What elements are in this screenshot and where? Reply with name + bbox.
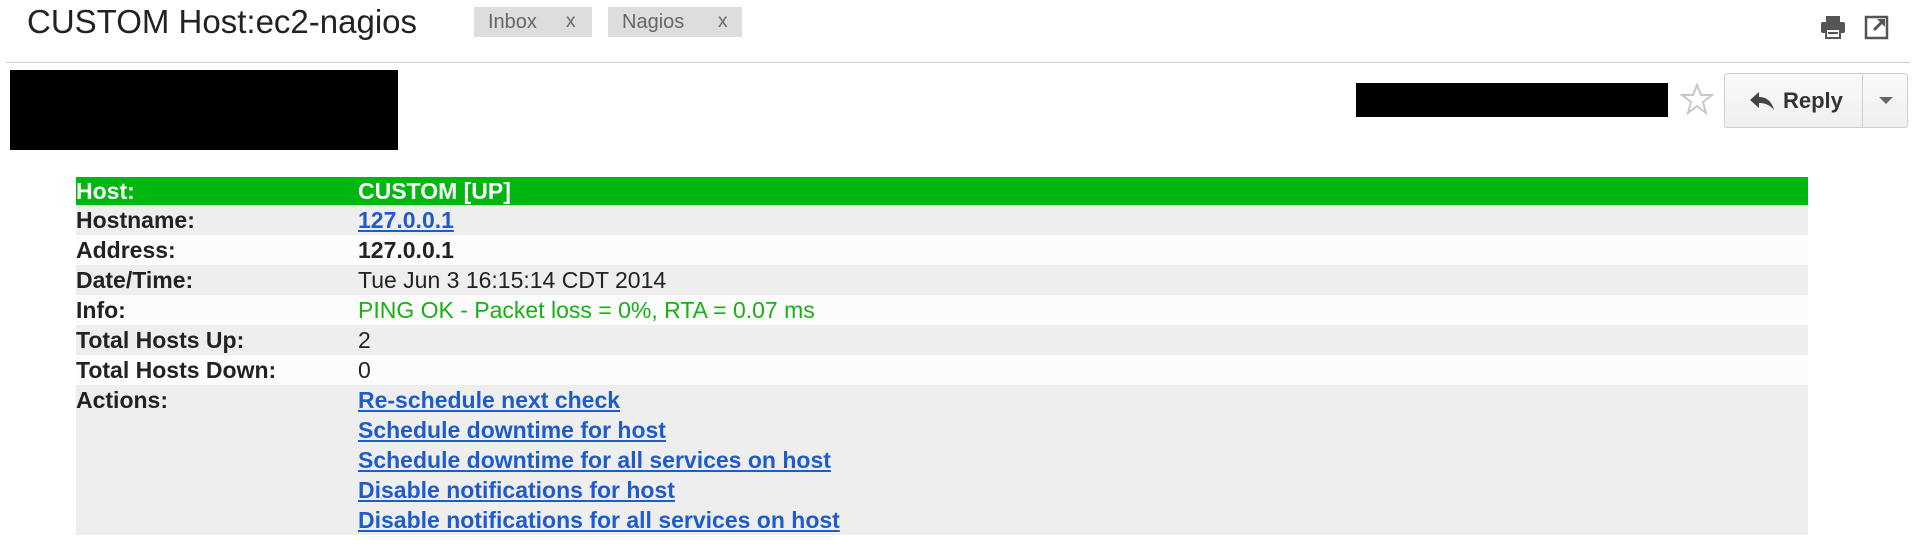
schedule-host-downtime-link[interactable]: Schedule downtime for host: [358, 415, 1808, 445]
table-row: Date/Time: Tue Jun 3 16:15:14 CDT 2014: [76, 265, 1808, 295]
table-row: Hostname: 127.0.0.1: [76, 205, 1808, 235]
table-row: Total Hosts Down: 0: [76, 355, 1808, 385]
label-name[interactable]: Nagios: [622, 11, 684, 33]
hosts-down-label: Total Hosts Down:: [76, 355, 358, 385]
hostname-link[interactable]: 127.0.0.1: [358, 207, 454, 233]
nagios-alert-table: Host: CUSTOM [UP] Hostname: 127.0.0.1 Ad…: [76, 177, 1808, 535]
label-chip-inbox[interactable]: Inbox x: [474, 7, 592, 37]
reply-label[interactable]: Reply: [1783, 88, 1843, 114]
schedule-services-downtime-link[interactable]: Schedule downtime for all services on ho…: [358, 445, 1808, 475]
datetime-value: Tue Jun 3 16:15:14 CDT 2014: [358, 265, 1808, 295]
label-name[interactable]: Inbox: [488, 11, 537, 33]
chevron-down-icon: [1879, 97, 1893, 104]
table-row: Host: CUSTOM [UP]: [76, 177, 1808, 205]
disable-host-notifications-link[interactable]: Disable notifications for host: [358, 475, 1808, 505]
info-value: PING OK - Packet loss = 0%, RTA = 0.07 m…: [358, 295, 1808, 325]
host-status: CUSTOM [UP]: [358, 177, 1808, 205]
redacted-date: [1356, 83, 1668, 117]
remove-label-button[interactable]: x: [718, 7, 728, 37]
header-divider: [6, 62, 1910, 63]
email-subject: CUSTOM Host:ec2-nagios: [27, 3, 418, 40]
hosts-up-label: Total Hosts Up:: [76, 325, 358, 355]
table-row: Info: PING OK - Packet loss = 0%, RTA = …: [76, 295, 1808, 325]
actions-label: Actions:: [76, 385, 358, 535]
print-icon[interactable]: [1818, 12, 1848, 42]
popout-icon[interactable]: [1862, 12, 1892, 42]
star-icon[interactable]: [1680, 82, 1714, 116]
address-value: 127.0.0.1: [358, 235, 1808, 265]
more-options-button[interactable]: [1862, 73, 1908, 128]
host-label: Host:: [76, 177, 358, 205]
label-chip-nagios[interactable]: Nagios x: [608, 7, 742, 37]
disable-services-notifications-link[interactable]: Disable notifications for all services o…: [358, 505, 1808, 535]
table-row: Address: 127.0.0.1: [76, 235, 1808, 265]
table-row: Total Hosts Up: 2: [76, 325, 1808, 355]
reschedule-check-link[interactable]: Re-schedule next check: [358, 385, 1808, 415]
hosts-up-value: 2: [358, 325, 1808, 355]
address-label: Address:: [76, 235, 358, 265]
hosts-down-value: 0: [358, 355, 1808, 385]
subject-bar: CUSTOM Host:ec2-nagios Inbox x Nagios x: [0, 0, 1916, 62]
info-label: Info:: [76, 295, 358, 325]
redacted-sender: [10, 70, 398, 150]
remove-label-button[interactable]: x: [566, 7, 576, 37]
table-row: Actions: Re-schedule next check Schedule…: [76, 385, 1808, 535]
reply-button[interactable]: Reply: [1724, 73, 1862, 128]
reply-arrow-icon: [1750, 91, 1774, 110]
datetime-label: Date/Time:: [76, 265, 358, 295]
actions-list: Re-schedule next check Schedule downtime…: [358, 385, 1808, 535]
hostname-label: Hostname:: [76, 205, 358, 235]
